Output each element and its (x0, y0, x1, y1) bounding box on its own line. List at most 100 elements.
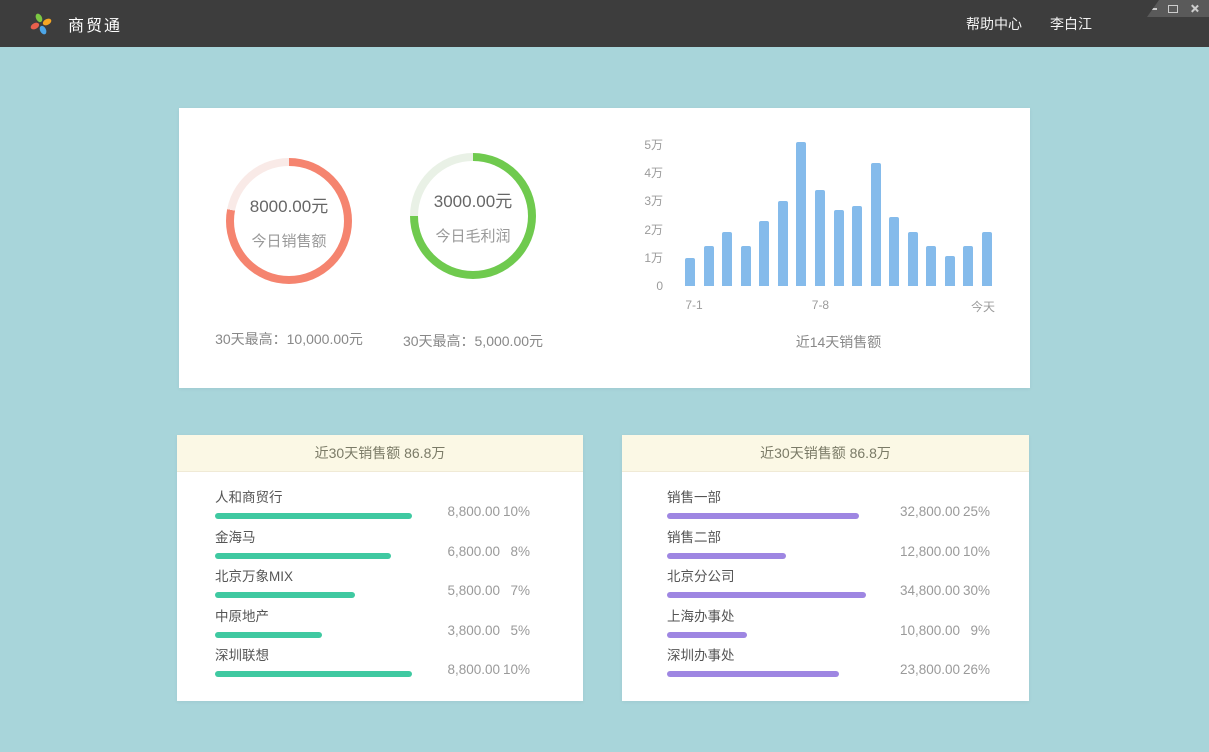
chart-bar (796, 142, 806, 286)
list-item-percent: 30% (960, 583, 990, 598)
summary-card: 8000.00元 今日销售额 30天最高：10,000.00元 3000.00元… (179, 108, 1030, 388)
list-item-amount: 8,800.00 (415, 504, 500, 519)
list-item-bar (215, 671, 412, 677)
list-item-percent: 5% (500, 623, 530, 638)
list-item: 深圳办事处 23,800.00 26% (667, 647, 990, 677)
list-item-amount: 10,800.00 (867, 623, 960, 638)
card-title: 近30天销售额 86.8万 (760, 443, 891, 463)
card-title: 近30天销售额 86.8万 (315, 443, 446, 463)
list-item-amount: 3,800.00 (415, 623, 500, 638)
list-item-left: 深圳联想 (215, 647, 415, 677)
list-item-bar (215, 592, 355, 598)
list-item-left: 深圳办事处 (667, 647, 867, 677)
list-item-name: 北京分公司 (667, 568, 867, 585)
app-title: 商贸通 (68, 12, 122, 36)
username-menu[interactable]: 李白江 (1050, 14, 1092, 34)
list-item-name: 北京万象MIX (215, 568, 415, 585)
list-item-left: 销售二部 (667, 529, 867, 559)
y-axis-tick: 2万 (633, 223, 663, 237)
list-item-name: 销售二部 (667, 529, 867, 546)
list-item: 中原地产 3,800.00 5% (215, 608, 530, 638)
chart-bar (982, 232, 992, 286)
profit-30day-max: 30天最高：5,000.00元 (363, 331, 583, 351)
list-item-bar (667, 671, 839, 677)
x-axis-label: 7-1 (685, 298, 702, 312)
x-axis-label: 7-8 (812, 298, 829, 312)
chart-bar (722, 232, 732, 286)
minimize-button[interactable] (1147, 4, 1157, 14)
chart-y-axis: 01万2万3万4万5万 (633, 140, 663, 286)
list-item-bar (215, 553, 391, 559)
list-item-name: 中原地产 (215, 608, 415, 625)
list-item-bar (215, 513, 412, 519)
list-item-left: 北京分公司 (667, 568, 867, 598)
list-item-amount: 8,800.00 (415, 662, 500, 677)
chart-bar (871, 163, 881, 286)
chart-bar (815, 190, 825, 286)
list-item-left: 金海马 (215, 529, 415, 559)
minimize-icon (1148, 8, 1157, 10)
list-item-name: 金海马 (215, 529, 415, 546)
close-icon (1190, 4, 1199, 13)
list-item-bar (667, 632, 747, 638)
list-item: 金海马 6,800.00 8% (215, 529, 530, 559)
donut-center: 3000.00元 今日毛利润 (418, 161, 528, 271)
list-item-name: 上海办事处 (667, 608, 867, 625)
list-item-percent: 25% (960, 504, 990, 519)
chart-bar (685, 258, 695, 286)
chart-bar (889, 217, 899, 286)
card-header: 近30天销售额 86.8万 (622, 435, 1029, 472)
list-item-percent: 10% (960, 544, 990, 559)
list-item-amount: 32,800.00 (867, 504, 960, 519)
list-item-name: 深圳联想 (215, 647, 415, 664)
list-item-left: 中原地产 (215, 608, 415, 638)
list-item-name: 深圳办事处 (667, 647, 867, 664)
x-axis-label: 今天 (971, 298, 995, 315)
today-profit-value: 3000.00元 (434, 187, 512, 212)
list-item-percent: 10% (500, 504, 530, 519)
bar-plot (685, 140, 992, 286)
chart-bar (852, 206, 862, 286)
list-item: 人和商贸行 8,800.00 10% (215, 489, 530, 519)
list-item-percent: 9% (960, 623, 990, 638)
list-item-name: 人和商贸行 (215, 489, 415, 506)
today-profit-donut: 3000.00元 今日毛利润 (410, 153, 536, 279)
help-center-link[interactable]: 帮助中心 (966, 14, 1022, 34)
today-sales-donut: 8000.00元 今日销售额 (226, 158, 352, 284)
y-axis-tick: 1万 (633, 251, 663, 265)
list-item-bar (667, 592, 866, 598)
list-item: 北京万象MIX 5,800.00 7% (215, 568, 530, 598)
titlebar: 商贸通 帮助中心 李白江 (0, 0, 1209, 47)
sales-14day-chart: 01万2万3万4万5万 近14天销售额 7-17-8今天 (633, 140, 978, 286)
chart-bar (945, 256, 955, 286)
list-item-amount: 34,800.00 (867, 583, 960, 598)
chart-bar (834, 210, 844, 286)
maximize-button[interactable] (1168, 4, 1178, 14)
chart-bar (926, 246, 936, 286)
card-header: 近30天销售额 86.8万 (177, 435, 583, 472)
list-item-name: 销售一部 (667, 489, 867, 506)
chart-bar (759, 221, 769, 286)
y-axis-tick: 3万 (633, 194, 663, 208)
list-item-percent: 8% (500, 544, 530, 559)
list-item: 销售一部 32,800.00 25% (667, 489, 990, 519)
list-item-percent: 7% (500, 583, 530, 598)
y-axis-tick: 4万 (633, 166, 663, 180)
chart-bar (908, 232, 918, 286)
chart-bar (704, 246, 714, 286)
chart-bar (778, 201, 788, 286)
app-logo-icon (28, 11, 54, 37)
departments-sales-card: 近30天销售额 86.8万 销售一部 32,800.00 25% 销售二部 12… (622, 435, 1029, 701)
list-item-amount: 23,800.00 (867, 662, 960, 677)
chart-bar (741, 246, 751, 286)
today-sales-value: 8000.00元 (250, 192, 328, 217)
list-item-bar (215, 632, 322, 638)
today-profit-label: 今日毛利润 (435, 225, 510, 246)
chart-bar (963, 246, 973, 286)
y-axis-tick: 0 (633, 279, 663, 293)
close-button[interactable] (1189, 4, 1199, 14)
list-item-percent: 10% (500, 662, 530, 677)
list-item-left: 销售一部 (667, 489, 867, 519)
list-item: 销售二部 12,800.00 10% (667, 529, 990, 559)
departments-list: 销售一部 32,800.00 25% 销售二部 12,800.00 10% 北京… (622, 472, 1029, 677)
